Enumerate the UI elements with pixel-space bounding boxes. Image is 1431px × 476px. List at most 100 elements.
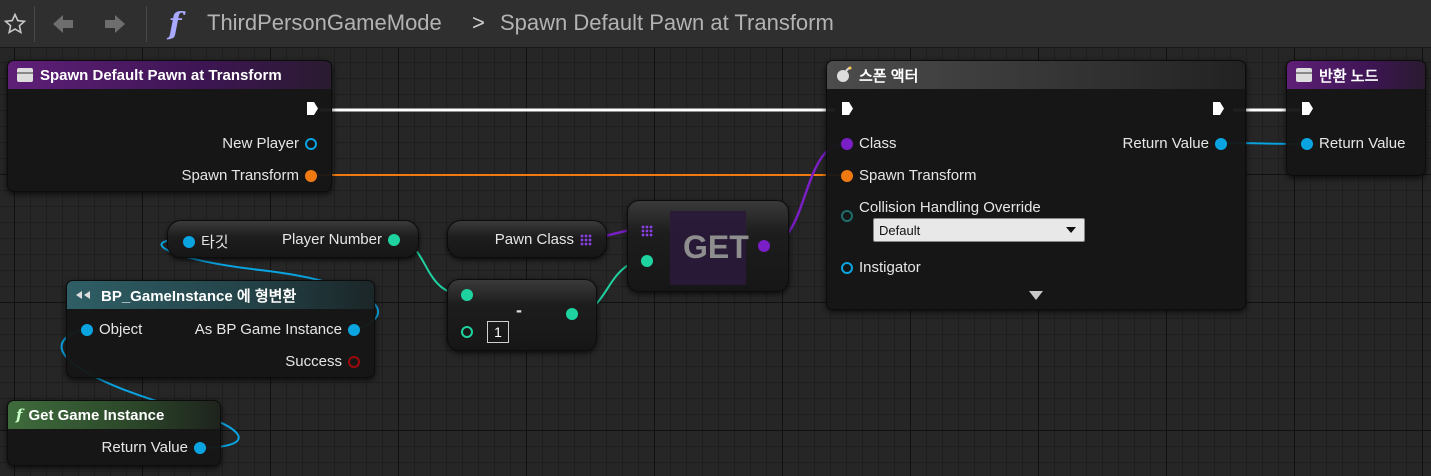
return-value-label: Return Value: [1122, 135, 1209, 152]
new-player-pin[interactable]: New Player: [222, 135, 317, 152]
entry-node-header: Spawn Default Pawn at Transform: [8, 61, 331, 89]
arrow-right-icon: [105, 15, 125, 33]
get-index-in-pin[interactable]: [641, 255, 653, 267]
pawn-class-pin[interactable]: Pawn Class: [495, 231, 592, 248]
subtract-a-pin[interactable]: [461, 289, 473, 301]
cast-node-title: BP_GameInstance 에 형변환: [101, 287, 297, 305]
object-pin-icon: [81, 323, 93, 336]
transform-pin-icon: [841, 169, 853, 182]
object-pin-icon: [194, 441, 206, 454]
boolean-pin-icon: [348, 355, 360, 368]
subtract-b-pin[interactable]: 1: [461, 321, 509, 343]
object-pin-icon: [305, 137, 317, 150]
collision-handling-dropdown[interactable]: Default: [873, 218, 1085, 242]
function-glyph: f: [168, 6, 182, 42]
spawn-actor-title: 스폰 액터: [859, 67, 919, 85]
breadcrumb-separator: >: [472, 10, 485, 35]
cast-node-header: BP_GameInstance 에 형변환: [67, 281, 374, 309]
chevron-down-icon: [1066, 227, 1076, 233]
subtract-node[interactable]: 1 -: [447, 279, 597, 351]
get-array-node[interactable]: GET: [627, 200, 789, 292]
spawn-transform-label: Spawn Transform: [859, 167, 977, 184]
return-exec-in-pin[interactable]: [1301, 101, 1314, 116]
function-icon: f: [158, 6, 192, 42]
return-node-header: 반환 노드: [1287, 61, 1425, 89]
object-pin-icon: [1301, 137, 1313, 150]
as-bp-game-instance-label: As BP Game Instance: [194, 321, 342, 338]
forward-button[interactable]: [98, 8, 132, 40]
exec-pin-icon: [1302, 102, 1313, 115]
object-pin-icon: [1215, 137, 1227, 150]
expand-pins-arrow-icon[interactable]: [1029, 291, 1043, 300]
integer-pin-icon: [641, 255, 653, 267]
entry-spawn-transform-pin[interactable]: Spawn Transform: [181, 167, 317, 184]
target-pin[interactable]: 타깃: [183, 231, 229, 252]
pawn-class-label: Pawn Class: [494, 231, 574, 248]
cast-node[interactable]: BP_GameInstance 에 형변환 Object As BP Game …: [66, 280, 375, 378]
exec-pin-icon: [1213, 102, 1224, 115]
array-pin-icon: [580, 233, 592, 246]
object-pin-icon: [348, 323, 360, 336]
blueprint-toolbar: f ThirdPersonGameMode > Spawn Default Pa…: [0, 0, 1431, 48]
arrow-left-icon: [53, 15, 73, 33]
spawn-actor-node[interactable]: 스폰 액터 Class Return Value Spawn Transform…: [826, 60, 1246, 310]
class-pin-icon: [841, 137, 853, 150]
pawn-class-node[interactable]: Pawn Class: [447, 220, 607, 258]
spawn-actor-header: 스폰 액터: [827, 61, 1245, 89]
object-label: Object: [99, 321, 143, 338]
spawn-transform-label: Spawn Transform: [181, 167, 299, 184]
entry-node-title: Spawn Default Pawn at Transform: [40, 66, 282, 84]
entry-node[interactable]: Spawn Default Pawn at Transform New Play…: [7, 60, 332, 192]
instigator-label: Instigator: [859, 259, 921, 276]
class-pin-icon: [758, 240, 770, 252]
get-array-in-pin[interactable]: [641, 225, 653, 237]
breadcrumb-current: Spawn Default Pawn at Transform: [500, 10, 834, 35]
event-node-icon: [1296, 68, 1312, 82]
as-bp-game-instance-pin[interactable]: As BP Game Instance: [195, 321, 360, 338]
get-game-instance-node[interactable]: f Get Game Instance Return Value: [7, 400, 221, 466]
array-pin-icon: [641, 225, 653, 237]
new-player-label: New Player: [222, 135, 299, 152]
get-out-pin[interactable]: [758, 240, 770, 252]
subtract-b-input[interactable]: 1: [487, 321, 509, 343]
success-pin[interactable]: Success: [285, 353, 360, 370]
player-number-label: Player Number: [281, 231, 382, 248]
cast-object-pin[interactable]: Object: [81, 321, 142, 338]
player-number-pin[interactable]: Player Number: [282, 231, 400, 248]
integer-pin-icon: [461, 289, 473, 301]
instigator-pin[interactable]: Instigator: [841, 259, 921, 276]
event-node-icon: [17, 68, 33, 82]
blueprint-graph[interactable]: Spawn Default Pawn at Transform New Play…: [0, 48, 1431, 476]
toolbar-separator: [34, 6, 35, 42]
return-node[interactable]: 반환 노드 Return Value: [1286, 60, 1426, 176]
return-value-pin[interactable]: Return Value: [1301, 135, 1405, 152]
collision-label: Collision Handling Override: [859, 199, 1041, 216]
exec-pin-icon: [842, 102, 853, 115]
get-game-instance-return-pin[interactable]: Return Value: [102, 439, 206, 456]
back-button[interactable]: [46, 8, 80, 40]
transform-pin-icon: [305, 169, 317, 182]
success-label: Success: [285, 353, 342, 370]
star-icon: [3, 12, 27, 35]
function-icon: f: [16, 406, 23, 424]
class-pin[interactable]: Class: [841, 135, 897, 152]
get-game-instance-header: f Get Game Instance: [8, 401, 220, 429]
breadcrumb-root[interactable]: ThirdPersonGameMode: [207, 10, 442, 36]
spawn-exec-in-pin[interactable]: [841, 101, 854, 116]
favorite-star-button[interactable]: [0, 8, 30, 40]
spawn-exec-out-pin[interactable]: [1212, 101, 1225, 116]
object-pin-icon: [183, 235, 195, 248]
spawn-transform-pin[interactable]: Spawn Transform: [841, 167, 977, 184]
integer-pin-icon: [566, 308, 578, 320]
get-game-instance-title: Get Game Instance: [28, 406, 165, 424]
entry-exec-out-pin[interactable]: [306, 101, 319, 116]
return-node-title: 반환 노드: [1319, 67, 1379, 85]
collision-dropdown-value: Default: [879, 222, 921, 238]
spawn-return-value-pin[interactable]: Return Value: [1123, 135, 1227, 152]
return-value-label: Return Value: [1319, 135, 1406, 152]
subtract-operator: -: [516, 300, 522, 320]
player-number-node[interactable]: 타깃 Player Number: [167, 220, 419, 258]
subtract-out-pin[interactable]: [566, 308, 578, 320]
target-label: 타깃: [201, 234, 229, 251]
toolbar-separator: [146, 6, 147, 42]
